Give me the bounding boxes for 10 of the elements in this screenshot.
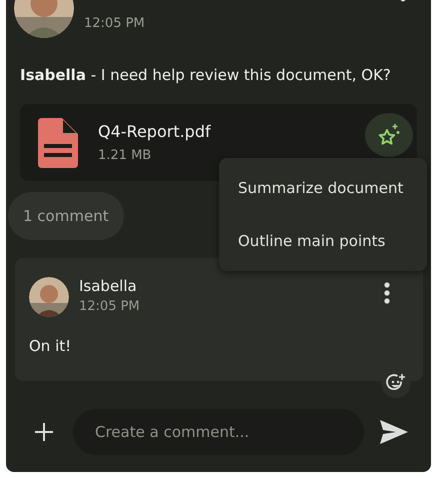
comment-time: 12:05 PM xyxy=(79,298,141,316)
comment-count-button[interactable]: 1 comment xyxy=(8,192,124,240)
comment-author: Isabella xyxy=(79,276,138,297)
menu-item[interactable]: Outline main points xyxy=(219,228,427,253)
comment-field[interactable]: Create a comment... xyxy=(73,409,364,455)
comment-text: On it! xyxy=(29,336,72,357)
file-size: 1.21 MB xyxy=(98,146,152,164)
message-text: Isabella - I need help review this document, OK? xyxy=(20,65,392,86)
post-time: 12:05 PM xyxy=(84,15,146,33)
file-name: Q4-Report.pdf xyxy=(98,120,212,142)
